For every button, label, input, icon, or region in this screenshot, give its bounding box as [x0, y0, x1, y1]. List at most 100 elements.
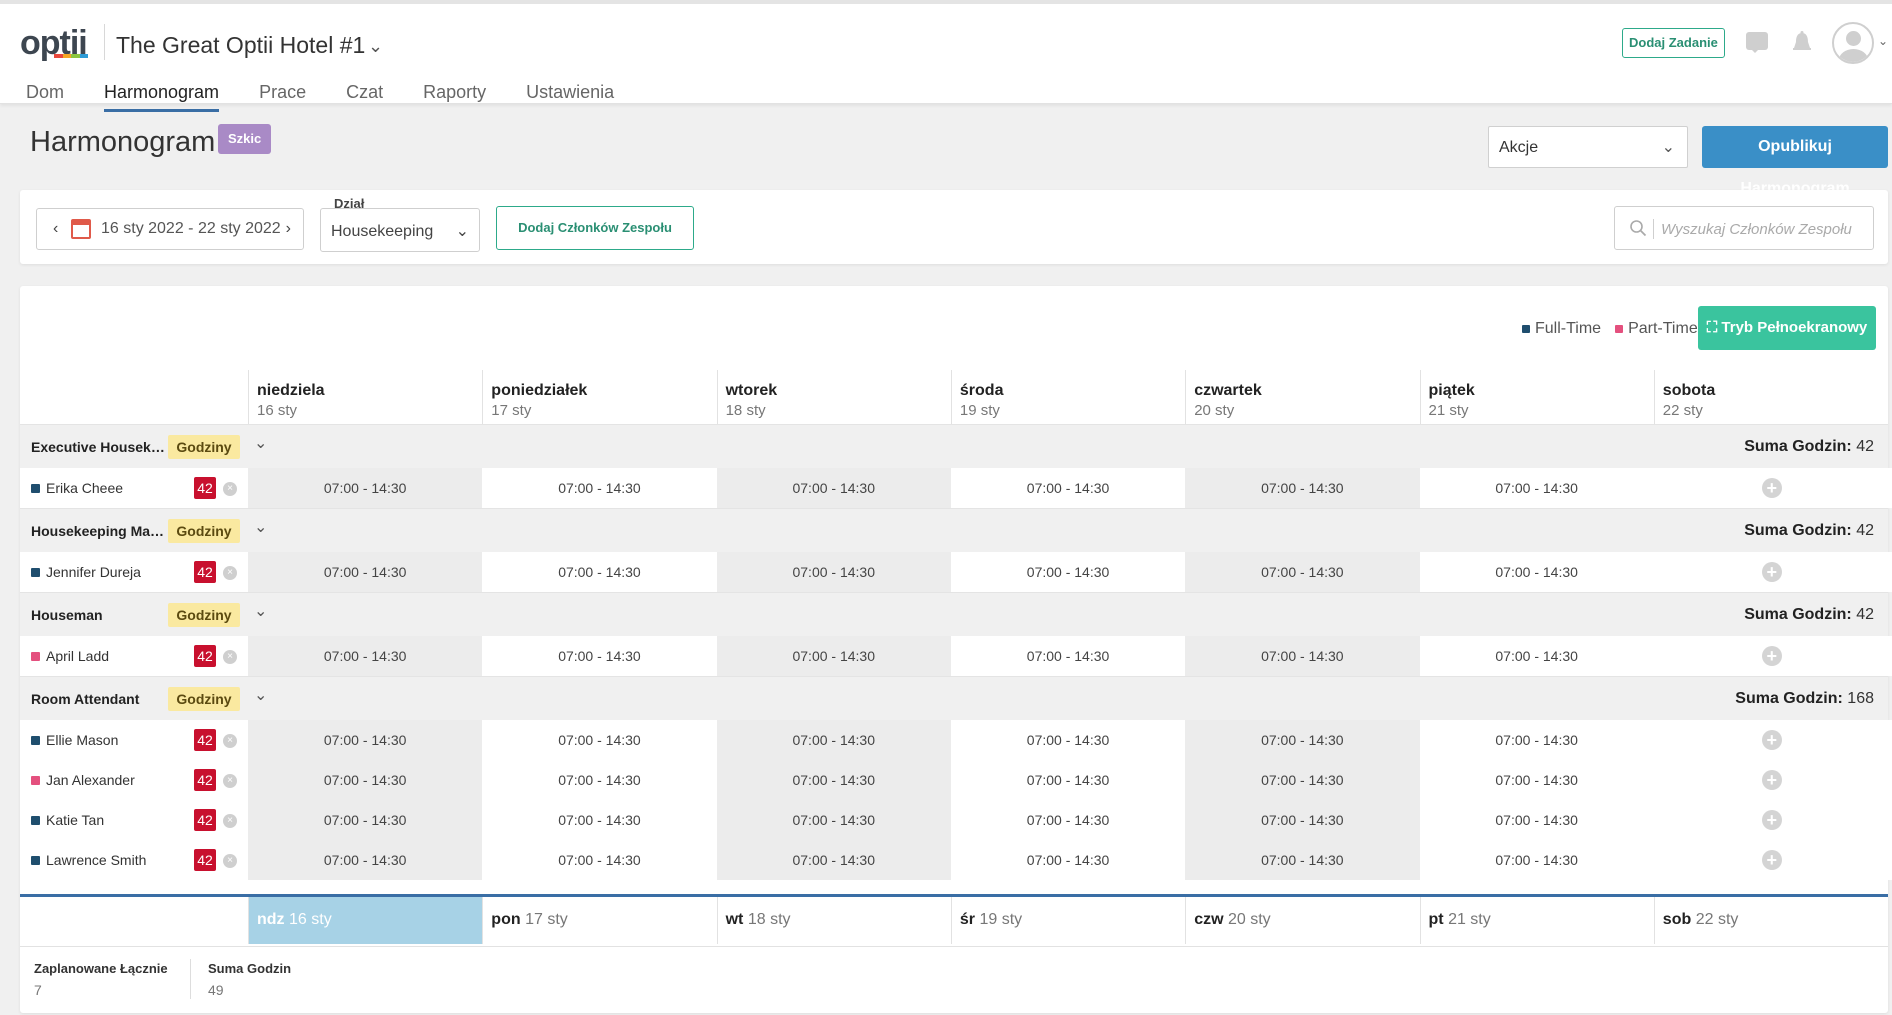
footer-day[interactable]: ndz 16 sty [248, 897, 483, 944]
shift-cell[interactable]: 07:00 - 14:30 [1185, 720, 1420, 760]
add-shift-icon[interactable]: + [1761, 770, 1782, 790]
employee-name[interactable]: April Ladd [46, 648, 109, 664]
shift-cell[interactable]: 07:00 - 14:30 [1185, 760, 1420, 800]
shift-cell[interactable]: 07:00 - 14:30 [1419, 468, 1654, 508]
footer-day[interactable]: sob 22 sty [1653, 897, 1888, 944]
footer-day[interactable]: pt 21 sty [1419, 897, 1654, 944]
remove-employee-icon[interactable]: × [223, 734, 237, 748]
shift-cell[interactable]: 07:00 - 14:30 [482, 840, 717, 880]
shift-cell[interactable]: 07:00 - 14:30 [248, 468, 483, 508]
employee-name[interactable]: Erika Cheee [46, 480, 123, 496]
shift-cell[interactable]: 07:00 - 14:30 [248, 760, 483, 800]
remove-employee-icon[interactable]: × [223, 774, 237, 788]
shift-cell[interactable]: 07:00 - 14:30 [1185, 800, 1420, 840]
tab-0[interactable]: Dom [26, 78, 64, 112]
shift-cell[interactable]: 07:00 - 14:30 [248, 552, 483, 592]
shift-cell[interactable]: 07:00 - 14:30 [248, 800, 483, 840]
actions-dropdown[interactable]: Akcje ⌄ [1488, 126, 1688, 168]
collapse-chevron-icon[interactable]: ⌄ [254, 517, 267, 537]
shift-cell[interactable]: 07:00 - 14:30 [950, 636, 1186, 676]
hours-pill[interactable]: Godziny [168, 603, 240, 627]
publish-schedule-button[interactable]: Opublikuj Harmonogram [1702, 126, 1888, 197]
shift-cell[interactable]: 07:00 - 14:30 [1419, 720, 1654, 760]
shift-cell[interactable]: 07:00 - 14:30 [716, 760, 951, 800]
shift-cell[interactable]: 07:00 - 14:30 [950, 760, 1186, 800]
shift-cell[interactable]: 07:00 - 14:30 [482, 552, 717, 592]
remove-employee-icon[interactable]: × [223, 814, 237, 828]
shift-cell[interactable]: 07:00 - 14:30 [248, 720, 483, 760]
add-shift-icon[interactable]: + [1761, 850, 1782, 870]
hours-pill[interactable]: Godziny [168, 435, 240, 459]
shift-cell[interactable]: 07:00 - 14:30 [1185, 636, 1420, 676]
tab-4[interactable]: Raporty [423, 78, 486, 112]
shift-cell[interactable]: 07:00 - 14:30 [950, 552, 1186, 592]
user-avatar[interactable] [1832, 22, 1874, 64]
shift-cell[interactable]: 07:00 - 14:30 [248, 840, 483, 880]
tab-5[interactable]: Ustawienia [526, 78, 614, 112]
shift-cell[interactable]: 07:00 - 14:30 [1185, 468, 1420, 508]
tab-2[interactable]: Prace [259, 78, 306, 112]
footer-day[interactable]: śr 19 sty [950, 897, 1185, 944]
add-shift-icon[interactable]: + [1761, 562, 1782, 582]
chat-icon[interactable] [1746, 32, 1768, 53]
remove-employee-icon[interactable]: × [223, 482, 237, 496]
avatar-chevron-down-icon[interactable]: ⌄ [1878, 34, 1888, 48]
shift-cell[interactable]: 07:00 - 14:30 [716, 468, 951, 508]
shift-cell[interactable]: 07:00 - 14:30 [1419, 636, 1654, 676]
shift-cell[interactable]: 07:00 - 14:30 [1419, 800, 1654, 840]
shift-cell[interactable]: 07:00 - 14:30 [482, 760, 717, 800]
shift-cell[interactable]: 07:00 - 14:30 [716, 840, 951, 880]
add-shift-icon[interactable]: + [1761, 810, 1782, 830]
shift-cell[interactable]: 07:00 - 14:30 [716, 552, 951, 592]
shift-cell[interactable]: 07:00 - 14:30 [482, 636, 717, 676]
add-shift-icon[interactable]: + [1761, 730, 1782, 750]
tab-1[interactable]: Harmonogram [104, 78, 220, 112]
remove-employee-icon[interactable]: × [223, 650, 237, 664]
shift-cell[interactable]: 07:00 - 14:30 [1185, 552, 1420, 592]
shift-cell[interactable]: 07:00 - 14:30 [950, 720, 1186, 760]
remove-employee-icon[interactable]: × [223, 566, 237, 580]
footer-day[interactable]: czw 20 sty [1185, 897, 1419, 944]
member-search[interactable] [1614, 206, 1874, 250]
shift-cell[interactable]: 07:00 - 14:30 [1185, 840, 1420, 880]
shift-cell[interactable]: 07:00 - 14:30 [950, 800, 1186, 840]
shift-cell[interactable]: 07:00 - 14:30 [1419, 760, 1654, 800]
shift-cell[interactable]: 07:00 - 14:30 [950, 840, 1186, 880]
footer-day[interactable]: pon 17 sty [482, 897, 716, 944]
chevron-right-icon[interactable]: › [286, 209, 291, 249]
add-team-members-button[interactable]: Dodaj Członków Zespołu [496, 206, 694, 250]
shift-cell[interactable]: 07:00 - 14:30 [716, 636, 951, 676]
hours-pill[interactable]: Godziny [168, 687, 240, 711]
department-select[interactable]: Housekeeping ⌄ [320, 208, 480, 252]
bell-icon[interactable] [1790, 30, 1814, 54]
collapse-chevron-icon[interactable]: ⌄ [254, 601, 267, 621]
shift-cell[interactable]: 07:00 - 14:30 [716, 720, 951, 760]
employee-name[interactable]: Lawrence Smith [46, 852, 146, 868]
fullscreen-mode-button[interactable]: ⛶ Tryb Pełnoekranowy [1698, 306, 1876, 350]
add-task-button[interactable]: Dodaj Zadanie [1622, 28, 1725, 58]
shift-cell[interactable]: 07:00 - 14:30 [482, 468, 717, 508]
shift-cell[interactable]: 07:00 - 14:30 [482, 800, 717, 840]
shift-cell[interactable]: 07:00 - 14:30 [950, 468, 1186, 508]
collapse-chevron-icon[interactable]: ⌄ [254, 433, 267, 453]
hotel-name[interactable]: The Great Optii Hotel #1 [116, 32, 365, 59]
search-input[interactable] [1661, 217, 1865, 241]
shift-cell[interactable]: 07:00 - 14:30 [248, 636, 483, 676]
shift-cell[interactable]: 07:00 - 14:30 [482, 720, 717, 760]
employee-name[interactable]: Jan Alexander [46, 772, 135, 788]
employee-name[interactable]: Jennifer Dureja [46, 564, 141, 580]
date-range-picker[interactable]: ‹ 16 sty 2022 - 22 sty 2022 › [36, 208, 304, 250]
shift-cell[interactable]: 07:00 - 14:30 [1419, 840, 1654, 880]
tab-3[interactable]: Czat [346, 78, 383, 112]
hotel-chevron-down-icon[interactable]: ⌄ [368, 36, 383, 57]
footer-day[interactable]: wt 18 sty [716, 897, 951, 944]
shift-cell[interactable]: 07:00 - 14:30 [1419, 552, 1654, 592]
collapse-chevron-icon[interactable]: ⌄ [254, 685, 267, 705]
remove-employee-icon[interactable]: × [223, 854, 237, 868]
employee-name[interactable]: Ellie Mason [46, 732, 118, 748]
add-shift-icon[interactable]: + [1761, 478, 1782, 498]
shift-cell[interactable]: 07:00 - 14:30 [716, 800, 951, 840]
employee-name[interactable]: Katie Tan [46, 812, 104, 828]
hours-pill[interactable]: Godziny [168, 519, 240, 543]
add-shift-icon[interactable]: + [1761, 646, 1782, 666]
